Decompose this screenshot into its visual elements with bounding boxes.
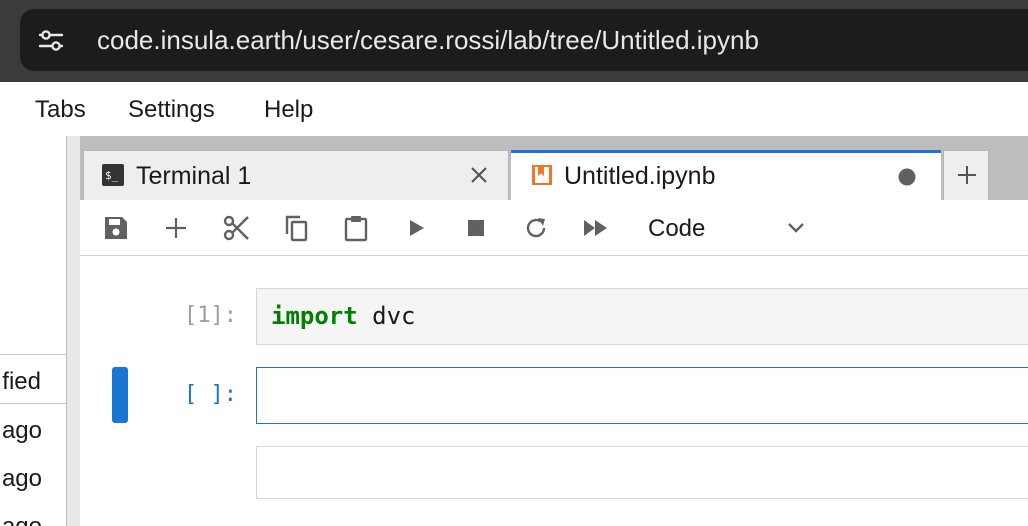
unsaved-dot-icon[interactable] bbox=[897, 167, 917, 187]
interrupt-kernel-button[interactable] bbox=[458, 210, 494, 246]
run-icon bbox=[410, 220, 424, 236]
code-text: dvc bbox=[357, 302, 416, 330]
notebook-icon bbox=[532, 165, 552, 185]
code-line: import dvc bbox=[271, 301, 416, 331]
tab-label: Terminal 1 bbox=[136, 162, 252, 190]
copy-icon bbox=[285, 215, 308, 242]
divider bbox=[0, 403, 66, 404]
paste-icon bbox=[344, 216, 368, 242]
restart-run-all-button[interactable] bbox=[578, 210, 614, 246]
file-browser-panel: fied ago ago ago bbox=[0, 136, 66, 526]
terminal-icon: $_ bbox=[102, 164, 124, 186]
url-field[interactable]: code.insula.earth/user/cesare.rossi/lab/… bbox=[20, 9, 1028, 71]
tab-terminal[interactable]: $_ Terminal 1 bbox=[83, 150, 509, 200]
last-modified-column-header[interactable]: fied bbox=[2, 367, 41, 397]
copy-button[interactable] bbox=[278, 210, 314, 246]
plus-icon bbox=[958, 166, 976, 184]
file-modified-cell[interactable]: ago bbox=[2, 512, 42, 526]
run-all-icon bbox=[584, 220, 607, 236]
add-cell-icon bbox=[166, 218, 186, 238]
add-tab-button[interactable] bbox=[943, 150, 989, 200]
menu-settings[interactable]: Settings bbox=[128, 95, 215, 125]
cell-prompt: [1]: bbox=[184, 303, 237, 328]
close-icon[interactable] bbox=[469, 165, 489, 185]
cell-type-dropdown[interactable]: Code bbox=[628, 208, 808, 248]
url-text[interactable]: code.insula.earth/user/cesare.rossi/lab/… bbox=[97, 23, 759, 57]
cell-prompt: [ ]: bbox=[184, 382, 237, 407]
active-code-cell-editor[interactable] bbox=[256, 367, 1028, 424]
cut-button[interactable] bbox=[218, 210, 254, 246]
cut-icon bbox=[223, 215, 249, 241]
tab-label: Untitled.ipynb bbox=[564, 162, 716, 190]
code-cell-editor[interactable]: import dvc bbox=[256, 288, 1028, 345]
save-icon bbox=[105, 217, 127, 239]
divider bbox=[66, 136, 67, 526]
cell-type-value: Code bbox=[648, 215, 706, 242]
code-cell-editor[interactable] bbox=[256, 446, 1028, 499]
menu-help[interactable]: Help bbox=[264, 95, 313, 125]
insert-cell-button[interactable] bbox=[158, 210, 194, 246]
save-button[interactable] bbox=[98, 210, 134, 246]
menu-bar: Tabs Settings Help bbox=[0, 82, 1028, 136]
menu-tabs[interactable]: Tabs bbox=[35, 95, 86, 125]
notebook-toolbar: Code bbox=[80, 200, 1028, 256]
tab-bar: $_ Terminal 1 Untitled.ipynb bbox=[80, 136, 1028, 200]
code-keyword: import bbox=[271, 302, 358, 330]
active-cell-indicator[interactable] bbox=[112, 367, 128, 423]
restart-icon bbox=[526, 218, 546, 238]
browser-address-bar: code.insula.earth/user/cesare.rossi/lab/… bbox=[0, 0, 1028, 82]
restart-kernel-button[interactable] bbox=[518, 210, 554, 246]
run-cell-button[interactable] bbox=[398, 210, 434, 246]
file-modified-cell[interactable]: ago bbox=[2, 416, 42, 446]
sliders-icon[interactable] bbox=[38, 28, 64, 52]
stop-icon bbox=[468, 220, 484, 236]
file-modified-cell[interactable]: ago bbox=[2, 464, 42, 494]
tab-untitled-notebook[interactable]: Untitled.ipynb bbox=[511, 150, 941, 200]
paste-button[interactable] bbox=[338, 210, 374, 246]
panel-splitter[interactable] bbox=[66, 136, 80, 526]
divider bbox=[0, 354, 66, 355]
chevron-down-icon bbox=[788, 223, 804, 233]
svg-text:$_: $_ bbox=[105, 169, 119, 182]
